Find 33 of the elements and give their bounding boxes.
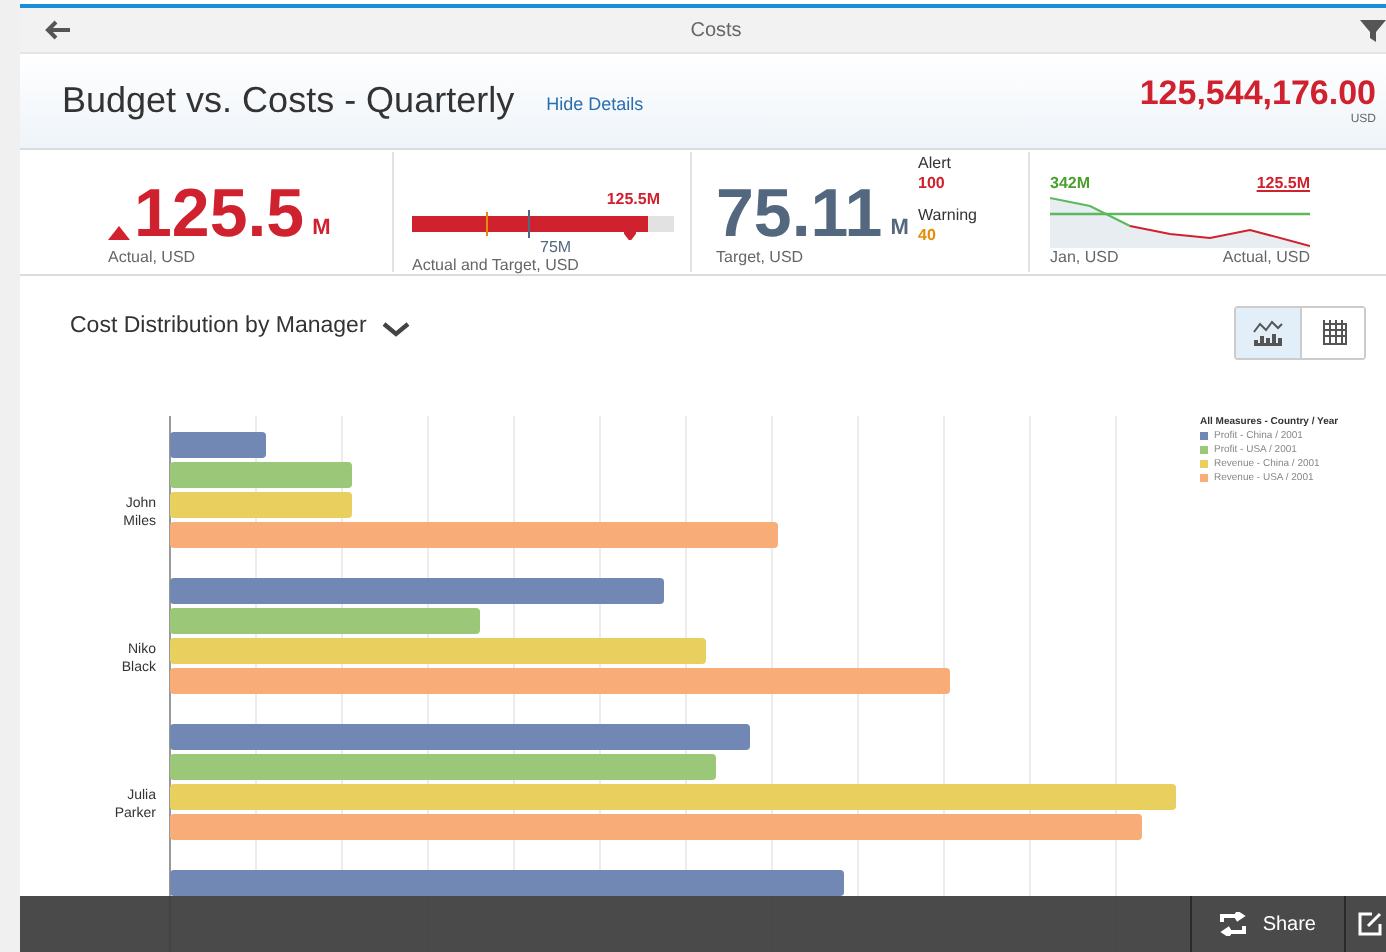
back-arrow-icon[interactable] (44, 20, 72, 40)
threshold-value: 40 (918, 226, 938, 245)
threshold-label: Warning (918, 206, 979, 225)
threshold-value: 100 (918, 174, 947, 193)
target-value: 75M (540, 237, 574, 256)
end-value: 125.5M (1256, 173, 1310, 192)
kpi-label: Actual and Target, USD (412, 255, 581, 274)
chart-icon (1252, 320, 1284, 347)
kpi-value: 125.5 (134, 179, 305, 248)
page-title: Budget vs. Costs - Quarterly (62, 79, 515, 122)
grid-icon (1319, 320, 1347, 347)
actual-value: 125.5M (606, 189, 660, 208)
share-button[interactable]: Share (1190, 896, 1344, 952)
kpi-label: Actual, USD (108, 247, 198, 266)
share-icon (1220, 912, 1247, 936)
kpi-value: 75.11 (716, 179, 883, 248)
kpi-label: Jan, USD (1050, 247, 1119, 266)
kpi-label: Target, USD (716, 247, 806, 266)
total-amount: 125,544,176.00 (1139, 74, 1376, 113)
nav-title: Costs (690, 19, 742, 41)
kpi-unit: M (890, 215, 909, 240)
chevron-down-icon[interactable] (382, 321, 411, 338)
kpi-unit: M (312, 215, 331, 240)
table-view-button[interactable] (1300, 308, 1364, 359)
start-value: 342M (1050, 173, 1091, 192)
hide-details-link[interactable]: Hide Details (546, 94, 644, 115)
chart-title: Cost Distribution by Manager (70, 313, 367, 338)
chart-view-button[interactable] (1236, 308, 1300, 359)
filter-icon[interactable] (1360, 19, 1386, 41)
kpi-label: Actual, USD (1222, 247, 1310, 266)
export-icon[interactable] (1358, 912, 1382, 936)
bar (170, 431, 266, 458)
threshold-label: Alert (918, 154, 953, 173)
